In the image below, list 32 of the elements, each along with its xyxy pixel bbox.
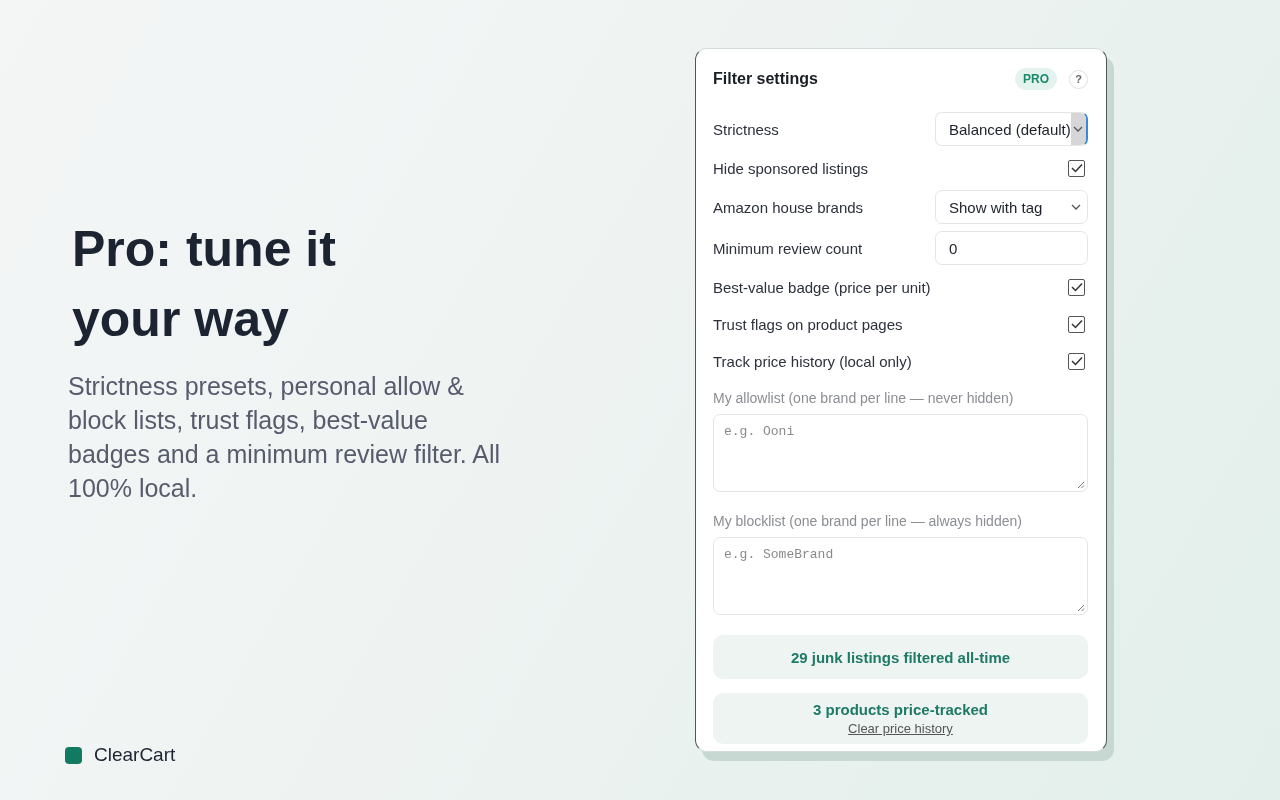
checkbox[interactable] [1068,278,1085,296]
number-input[interactable]: 0 [935,231,1088,265]
checkbox[interactable] [1068,159,1085,177]
setting-label: Amazon house brands [713,198,864,216]
setting-label: Trust flags on product pages [713,315,903,333]
textarea-field[interactable]: e.g. Ooni [713,414,1088,492]
pro-badge: PRO [1015,68,1057,90]
panel-title: Filter settings [713,70,818,88]
setting-label: Track price history (local only) [713,352,912,370]
brand-name: ClearCart [94,744,176,766]
setting-label: Hide sponsored listings [713,159,869,177]
stat-text: 3 products price-tracked [812,701,989,718]
setting-label: Strictness [713,120,779,138]
logo-icon [65,746,82,764]
select-field[interactable]: Show with tag [935,190,1088,224]
select-field[interactable]: Balanced (default) [935,112,1088,146]
stat-text: 29 junk listings filtered all-time [790,648,1011,666]
chevron-down-icon [1073,126,1084,132]
hero-title: Pro: tune it your way [72,220,337,349]
list-label: My blocklist (one brand per line — always hidden) [713,513,1023,529]
checkbox[interactable] [1068,352,1085,370]
textarea-field[interactable]: e.g. SomeBrand [713,537,1088,615]
checkbox[interactable] [1068,315,1085,333]
resize-grip-icon [1077,481,1085,489]
setting-label: Best-value badge (price per unit) [713,278,931,296]
hero-description: Strictness presets, personal allow & block lists, trust flags, best-value badges and a minimum review filter. All 100% local. [68,371,502,504]
setting-label: Minimum review count [713,239,863,257]
help-button[interactable]: ? [1069,69,1088,89]
list-label: My allowlist (one brand per line — never hidden) [713,390,1015,406]
resize-grip-icon [1077,604,1085,612]
clear-history-link[interactable]: Clear price history [848,721,953,736]
chevron-down-icon [1071,204,1081,210]
